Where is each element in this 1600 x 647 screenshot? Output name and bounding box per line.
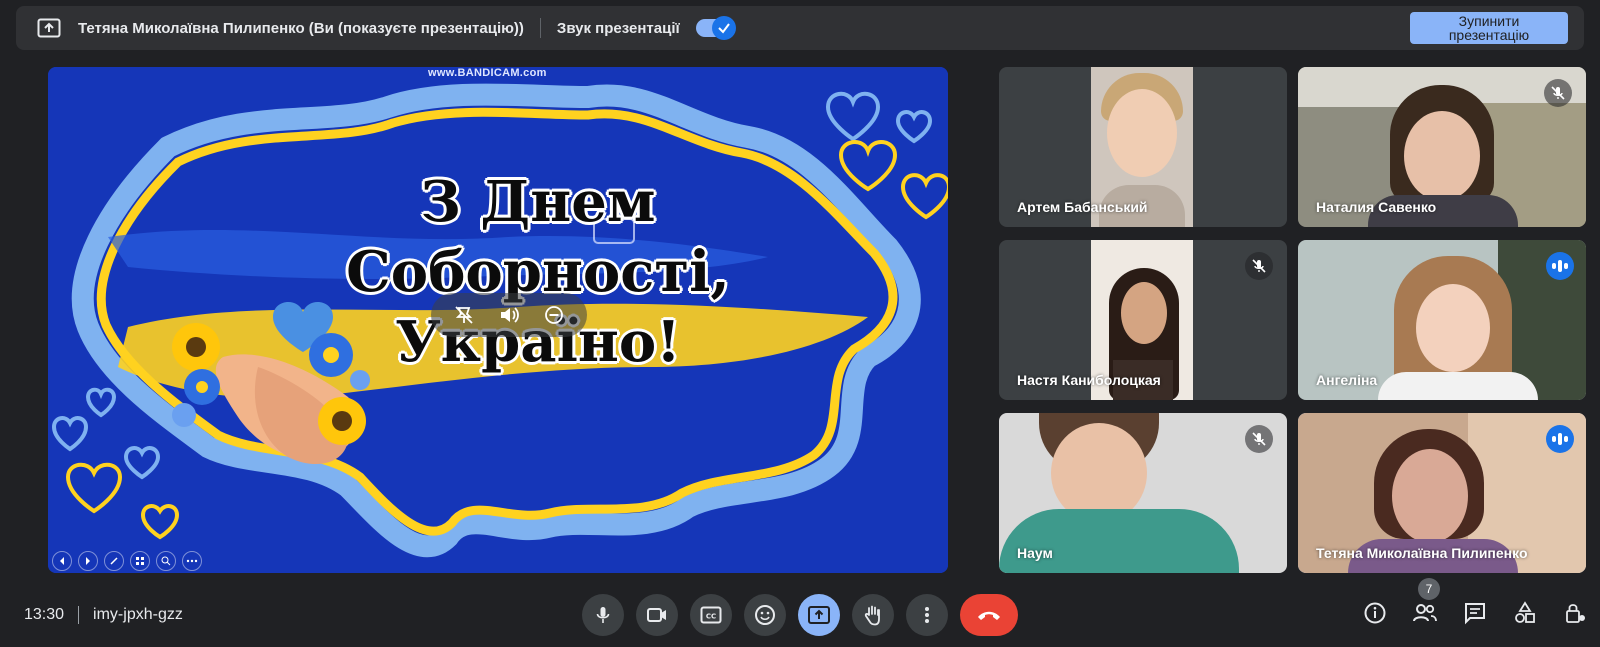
grid-icon[interactable] [130, 551, 150, 571]
bottom-toolbar: 13:30 imy-jpxh-gzz CC 7 [0, 578, 1600, 647]
watermark-text: www.BANDICAM.com [428, 67, 547, 79]
chat-icon[interactable] [1462, 600, 1488, 626]
check-icon [711, 16, 736, 40]
participant-name: Тетяна Миколаївна Пилипенко [1316, 545, 1528, 561]
presentation-sound-label: Звук презентації [556, 19, 680, 37]
participant-name: Настя Каниболоцкая [1017, 372, 1161, 388]
mic-icon [596, 607, 610, 623]
leave-call-button[interactable] [960, 594, 1018, 636]
captions-icon: CC [700, 606, 722, 624]
slide-title-line-1: З Днем [420, 169, 656, 235]
participant-name: Наталия Савенко [1316, 199, 1437, 215]
presentation-banner: Тетяна Миколаївна Пилипенко (Ви (показує… [16, 6, 1584, 50]
participant-name: Артем Бабанський [1017, 199, 1148, 215]
participant-name: Ангеліна [1316, 372, 1378, 388]
emoji-icon [755, 605, 775, 625]
speaking-indicator-icon [1546, 252, 1574, 280]
presentation-float-controls [431, 293, 587, 337]
raise-hand-button[interactable] [852, 594, 894, 636]
speaking-indicator-icon [1546, 425, 1574, 453]
participant-tile[interactable]: Настя Каниболоцкая [999, 240, 1287, 400]
svg-text:CC: CC [706, 613, 716, 621]
end-call-icon [978, 611, 1000, 620]
mic-off-icon [1245, 252, 1273, 280]
microphone-button[interactable] [582, 594, 624, 636]
divider [78, 606, 80, 624]
next-slide-icon[interactable] [78, 551, 98, 571]
pen-icon[interactable] [104, 551, 124, 571]
camera-button[interactable] [636, 594, 678, 636]
clock: 13:30 [24, 606, 65, 623]
participant-tile-self[interactable]: Тетяна Миколаївна Пилипенко [1298, 413, 1586, 573]
more-options-button[interactable] [906, 594, 948, 636]
raise-hand-icon [864, 605, 880, 626]
more-options-icon[interactable] [182, 551, 202, 571]
participant-tile[interactable]: Ангеліна [1298, 240, 1586, 400]
participant-name: Наум [1017, 545, 1053, 561]
presenter-label: Тетяна Миколаївна Пилипенко (Ви (показує… [78, 19, 524, 37]
people-icon[interactable]: 7 [1412, 578, 1440, 626]
mic-off-icon [1245, 425, 1273, 453]
participant-tile[interactable]: Наталия Савенко [1298, 67, 1586, 227]
activities-icon[interactable] [1512, 600, 1538, 626]
captions-button[interactable]: CC [690, 594, 732, 636]
slide-title: З Днем Соборності, Україно! [288, 167, 788, 377]
remove-icon[interactable] [543, 304, 565, 326]
presentation-sound-toggle[interactable] [695, 16, 736, 40]
info-icon[interactable] [1362, 600, 1388, 626]
meeting-info: 13:30 imy-jpxh-gzz [24, 606, 183, 624]
slide-navigation [52, 551, 202, 571]
presentation-stage: www.BANDICAM.com З Днем Соборності, Укра… [48, 67, 948, 573]
meeting-code: imy-jpxh-gzz [93, 606, 183, 623]
unpin-icon[interactable] [453, 304, 475, 326]
reactions-button[interactable] [744, 594, 786, 636]
call-controls: CC [582, 594, 1018, 636]
more-icon [925, 607, 929, 623]
present-screen-icon [36, 17, 62, 39]
zoom-icon[interactable] [156, 551, 176, 571]
participant-tile[interactable]: Артем Бабанський [999, 67, 1287, 227]
participant-count-badge: 7 [1418, 578, 1440, 600]
stop-presentation-button[interactable]: Зупинити презентацію [1410, 12, 1568, 44]
mic-off-icon [1544, 79, 1572, 107]
divider [539, 18, 541, 38]
participant-tile[interactable]: Наум [999, 413, 1287, 573]
previous-slide-icon[interactable] [52, 551, 72, 571]
present-icon [808, 606, 830, 624]
present-now-button[interactable] [798, 594, 840, 636]
camera-icon [647, 608, 666, 622]
volume-icon[interactable] [498, 304, 520, 326]
side-panel-controls: 7 [1362, 578, 1588, 626]
host-controls-icon[interactable] [1562, 600, 1588, 626]
